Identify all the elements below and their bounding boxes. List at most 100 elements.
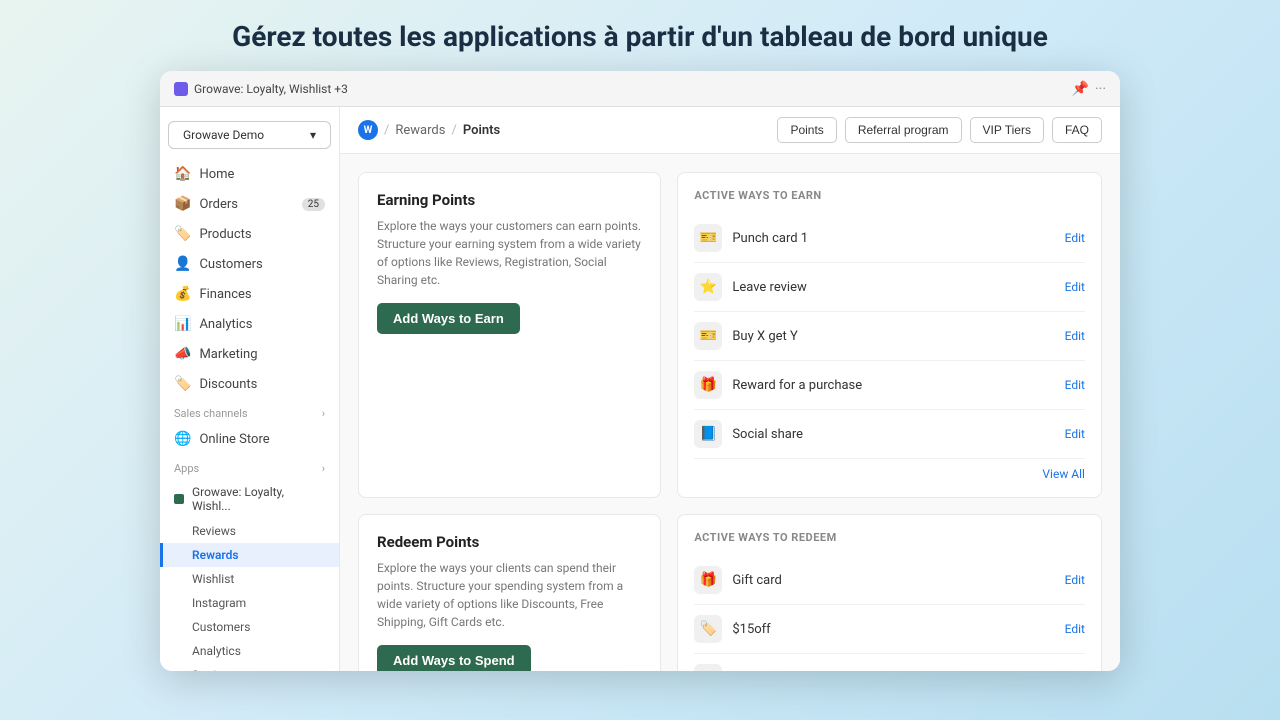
way-item-free-product: 🎫 Free product Bloom Floral Dress Edit [694, 654, 1085, 671]
sidebar-item-discounts[interactable]: 🏷️ Discounts [160, 369, 339, 399]
sidebar-item-products[interactable]: 🏷️ Products [160, 219, 339, 249]
edit-social-share-link[interactable]: Edit [1065, 427, 1085, 441]
content-area: Earning Points Explore the ways your cus… [340, 154, 1120, 671]
sidebar-app-growave[interactable]: Growave: Loyalty, Wishl... [160, 479, 339, 519]
store-name: Growave Demo [183, 128, 264, 142]
gift-card-icon: 🎁 [694, 566, 722, 594]
edit-punch-card-link[interactable]: Edit [1065, 231, 1085, 245]
edit-gift-card-link[interactable]: Edit [1065, 573, 1085, 587]
way-label: Buy X get Y [732, 329, 1054, 344]
sidebar-item-label: Analytics [199, 317, 252, 332]
tab-points[interactable]: Points [777, 117, 836, 143]
sidebar-item-finances[interactable]: 💰 Finances [160, 279, 339, 309]
customers-icon: 👤 [174, 256, 191, 272]
sidebar-item-label: Home [199, 167, 234, 182]
analytics-icon: 📊 [174, 316, 191, 332]
way-item-social-share: 📘 Social share Edit [694, 410, 1085, 459]
sidebar-item-label: Discounts [199, 377, 257, 392]
edit-leave-review-link[interactable]: Edit [1065, 280, 1085, 294]
browser-tab[interactable]: Growave: Loyalty, Wishlist +3 [174, 82, 348, 96]
way-label: Social share [732, 427, 1054, 442]
earning-points-panel: Earning Points Explore the ways your cus… [358, 172, 661, 498]
header-tabs: Points Referral program VIP Tiers FAQ [777, 117, 1102, 143]
page-title: Gérez toutes les applications à partir d… [20, 20, 1260, 53]
sidebar-sub-customers[interactable]: Customers [160, 615, 339, 639]
sidebar-item-marketing[interactable]: 📣 Marketing [160, 339, 339, 369]
chevron-right-icon: › [322, 407, 325, 420]
app-dot-icon [174, 494, 184, 504]
app-tab-icon [174, 82, 188, 96]
online-store-icon: 🌐 [174, 431, 191, 447]
sidebar-item-customers[interactable]: 👤 Customers [160, 249, 339, 279]
orders-icon: 📦 [174, 196, 191, 212]
active-ways-redeem-panel: ACTIVE WAYS TO REDEEM 🎁 Gift card Edit 🏷… [677, 514, 1102, 671]
finances-icon: 💰 [174, 286, 191, 302]
leave-review-icon: ⭐ [694, 273, 722, 301]
redeem-title: Redeem Points [377, 533, 642, 551]
breadcrumb: W / Rewards / Points [358, 120, 500, 140]
sidebar-item-label: Orders [199, 197, 238, 212]
earning-desc: Explore the ways your customers can earn… [377, 217, 642, 289]
sidebar-item-label: Marketing [199, 347, 257, 362]
breadcrumb-sep-1: / [384, 123, 389, 138]
sidebar-item-online-store[interactable]: 🌐 Online Store [160, 424, 339, 454]
edit-15off-link[interactable]: Edit [1065, 622, 1085, 636]
way-label: Reward for a purchase [732, 378, 1054, 393]
way-label: $15off [732, 622, 1054, 637]
tab-vip-tiers[interactable]: VIP Tiers [970, 117, 1044, 143]
active-ways-earn-title: ACTIVE WAYS TO EARN [694, 189, 1085, 202]
active-ways-redeem-title: ACTIVE WAYS TO REDEEM [694, 531, 1085, 544]
marketing-icon: 📣 [174, 346, 191, 362]
sales-channels-label: Sales channels › [160, 399, 339, 424]
pin-icon[interactable]: 📌 [1072, 81, 1089, 97]
products-icon: 🏷️ [174, 226, 191, 242]
sidebar-sub-rewards[interactable]: Rewards [160, 543, 339, 567]
store-selector[interactable]: Growave Demo ▾ [168, 121, 331, 149]
discounts-icon: 🏷️ [174, 376, 191, 392]
discount-icon: 🏷️ [694, 615, 722, 643]
edit-reward-purchase-link[interactable]: Edit [1065, 378, 1085, 392]
earning-title: Earning Points [377, 191, 642, 209]
chevron-down-icon: ▾ [310, 128, 316, 142]
add-ways-to-spend-button[interactable]: Add Ways to Spend [377, 645, 531, 671]
sidebar-sub-instagram[interactable]: Instagram [160, 591, 339, 615]
brand-logo: W [358, 120, 378, 140]
sidebar-sub-reviews[interactable]: Reviews [160, 519, 339, 543]
orders-badge: 25 [302, 198, 325, 211]
redeem-points-panel: Redeem Points Explore the ways your clie… [358, 514, 661, 671]
way-label: Leave review [732, 280, 1054, 295]
more-icon[interactable]: ··· [1095, 81, 1106, 97]
sidebar-sub-settings[interactable]: Settings [160, 663, 339, 671]
sidebar-sub-wishlist[interactable]: Wishlist [160, 567, 339, 591]
sidebar-item-label: Customers [199, 257, 262, 272]
tab-faq[interactable]: FAQ [1052, 117, 1102, 143]
apps-label: Apps › [160, 454, 339, 479]
browser-toolbar: Growave: Loyalty, Wishlist +3 📌 ··· [160, 71, 1120, 107]
sidebar-sub-analytics[interactable]: Analytics [160, 639, 339, 663]
buy-x-get-y-icon: 🎫 [694, 322, 722, 350]
tab-referral[interactable]: Referral program [845, 117, 962, 143]
main-header: W / Rewards / Points Points Referral pro… [340, 107, 1120, 154]
breadcrumb-rewards[interactable]: Rewards [395, 123, 445, 138]
way-item-15off: 🏷️ $15off Edit [694, 605, 1085, 654]
way-item-punch-card: 🎫 Punch card 1 Edit [694, 214, 1085, 263]
way-item-reward-purchase: 🎁 Reward for a purchase Edit [694, 361, 1085, 410]
punch-card-icon: 🎫 [694, 224, 722, 252]
sidebar-item-home[interactable]: 🏠 Home [160, 159, 339, 189]
main-content: W / Rewards / Points Points Referral pro… [340, 107, 1120, 671]
active-ways-earn-panel: ACTIVE WAYS TO EARN 🎫 Punch card 1 Edit … [677, 172, 1102, 498]
free-product-icon: 🎫 [694, 664, 722, 671]
way-label: Free product Bloom Floral Dress [732, 671, 1054, 672]
sidebar-item-analytics[interactable]: 📊 Analytics [160, 309, 339, 339]
browser-window: Growave: Loyalty, Wishlist +3 📌 ··· Grow… [160, 71, 1120, 671]
add-ways-to-earn-button[interactable]: Add Ways to Earn [377, 303, 520, 334]
edit-buy-x-get-y-link[interactable]: Edit [1065, 329, 1085, 343]
view-all-earn-link[interactable]: View All [694, 467, 1085, 481]
breadcrumb-sep-2: / [451, 123, 456, 138]
way-item-gift-card: 🎁 Gift card Edit [694, 556, 1085, 605]
browser-actions: 📌 ··· [1072, 81, 1106, 97]
sidebar-item-label: Finances [199, 287, 251, 302]
sidebar-item-orders[interactable]: 📦 Orders 25 [160, 189, 339, 219]
sidebar-item-label: Products [199, 227, 251, 242]
way-item-leave-review: ⭐ Leave review Edit [694, 263, 1085, 312]
